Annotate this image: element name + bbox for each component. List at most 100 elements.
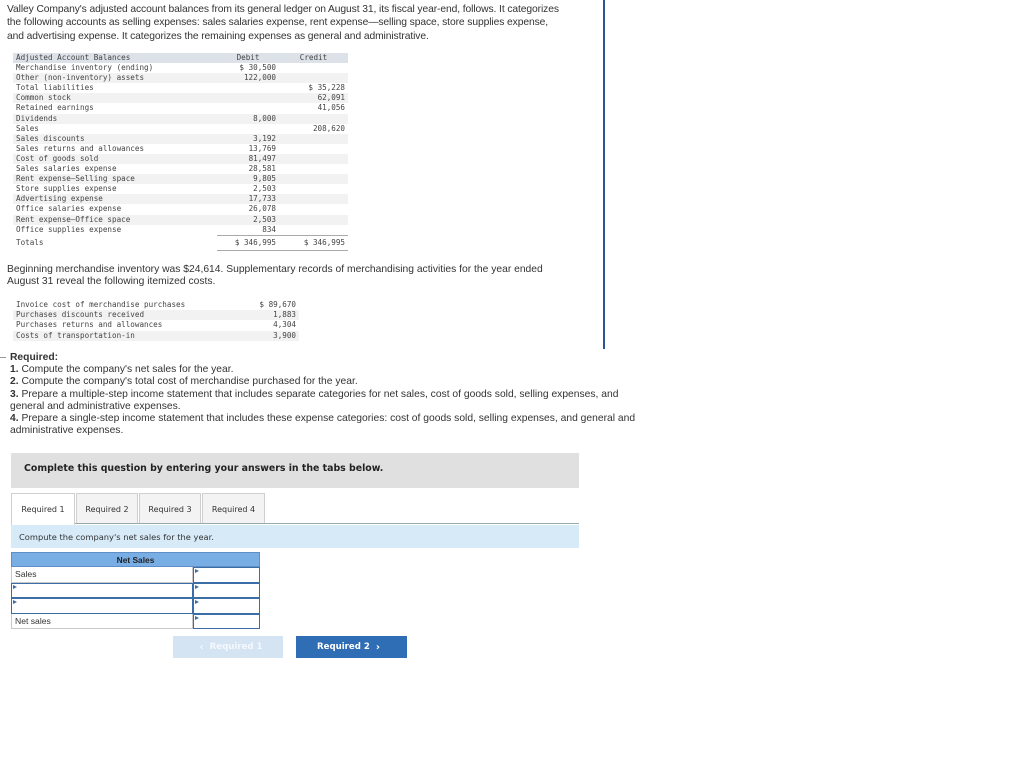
input-marker-icon (195, 615, 199, 620)
next-required-button[interactable]: Required 2 › (296, 636, 407, 658)
ledger-row: Sales returns and allowances 13,769 (13, 144, 348, 154)
purchase-label: Purchases discounts received (13, 310, 233, 321)
purchase-row: Invoice cost of merchandise purchases $ 8… (13, 300, 299, 310)
ledger-debit (217, 103, 279, 113)
ledger-credit (279, 63, 348, 73)
required-item-number: 2. (10, 376, 19, 388)
purchase-label: Invoice cost of merchandise purchases (16, 300, 186, 309)
net-sales-total-input[interactable] (193, 613, 260, 629)
ledger-credit: 41,056 (317, 103, 345, 113)
ledger-credit (279, 144, 348, 154)
ledger-header-debit: Debit (217, 53, 279, 64)
ledger-totals-row: Totals $ 346,995 $ 346,995 (13, 234, 348, 251)
input-marker-icon (13, 600, 17, 604)
input-marker-icon (195, 584, 199, 589)
ledger-account: Sales returns and allowances (16, 143, 145, 153)
ledger-row: Sales 208,620 (13, 124, 348, 134)
ledger-account: Sales discounts (13, 133, 217, 144)
ledger-account: Common stock (13, 93, 217, 104)
required-title: Required: (10, 352, 59, 363)
ledger-row: Advertising expense 17,733 (13, 194, 348, 205)
net-sales-row: Sales (11, 567, 260, 583)
net-sales-amount-input[interactable] (193, 582, 260, 598)
ledger-row: Sales salaries expense 28,581 (13, 164, 348, 174)
instruction-bar: Compute the company's net sales for the … (11, 525, 579, 548)
ledger-account: Rent expense—Selling space (13, 174, 217, 185)
ledger-debit: 17,733 (217, 194, 279, 205)
net-sales-amount-input[interactable] (193, 567, 260, 583)
ledger-credit (279, 194, 348, 205)
ledger-row: Rent expense—Selling space 9,805 (13, 174, 348, 185)
required-item-text: Prepare a single-step income statement t… (10, 413, 636, 437)
ledger-totals-credit: $ 346,995 (279, 234, 348, 251)
required-item-number: 1. (10, 364, 19, 376)
ledger-row: Sales discounts 3,192 (13, 133, 348, 144)
net-sales-header: Net Sales (11, 552, 260, 567)
purchase-row: Costs of transportation-in 3,900 (13, 330, 299, 341)
complete-question-banner: Complete this question by entering your … (11, 453, 579, 488)
ledger-row: Other (non-inventory) assets 122,000 (13, 73, 348, 84)
ledger-row: Dividends 8,000 (13, 113, 348, 124)
prev-required-button[interactable]: ‹ Required 1 (173, 636, 283, 658)
ledger-debit: 8,000 (217, 113, 279, 124)
tab-required-4[interactable]: Required 4 (202, 493, 265, 524)
required-item: 3. Prepare a multiple-step income statem… (10, 389, 640, 413)
purchase-label: Costs of transportation-in (13, 330, 233, 341)
ledger-row: Office supplies expense 834 (13, 225, 348, 236)
required-item-text: Compute the company's total cost of merc… (18, 376, 358, 388)
ledger-totals-label: Totals (16, 237, 44, 247)
net-sales-label-input[interactable] (11, 582, 193, 598)
ledger-credit (279, 73, 348, 84)
net-sales-row: Net sales (11, 613, 260, 629)
ledger-row: Store supplies expense 2,503 (13, 184, 348, 194)
ledger-credit (279, 184, 348, 194)
net-sales-table: Net Sales Sales Net sales (11, 552, 260, 629)
ledger-credit (279, 133, 348, 144)
tab-required-2[interactable]: Required 2 (76, 493, 138, 524)
ledger-header-account: Adjusted Account Balances (13, 53, 217, 64)
ledger-account: Office salaries expense (16, 204, 122, 214)
required-item: 4. Prepare a single-step income statemen… (10, 413, 640, 437)
tab-required-3[interactable]: Required 3 (139, 493, 201, 524)
input-marker-icon (195, 569, 199, 573)
required-divider (0, 357, 6, 358)
ledger-credit: $ 35,228 (308, 83, 345, 93)
net-sales-row-label: Sales (11, 567, 193, 583)
ledger-debit: 3,192 (217, 133, 279, 144)
beginning-inventory-paragraph: Beginning merchandise inventory was $24,… (7, 264, 543, 287)
purchase-value: 3,900 (233, 330, 299, 341)
tab-required-1[interactable]: Required 1 (11, 493, 75, 525)
required-item-number: 4. (10, 413, 19, 425)
purchase-value: $ 89,670 (259, 300, 296, 309)
ledger-row: Rent expense—Office space 2,503 (13, 214, 348, 225)
net-sales-amount-input[interactable] (193, 598, 260, 614)
ledger-account: Advertising expense (13, 194, 217, 205)
ledger-row: Retained earnings 41,056 (13, 103, 348, 113)
ledger-debit: $ 30,500 (239, 63, 276, 73)
ledger-debit: 834 (262, 224, 276, 234)
content-divider-line (603, 0, 605, 349)
net-sales-label-input[interactable] (11, 598, 193, 614)
required-item-text: Prepare a multiple-step income statement… (10, 388, 619, 412)
ledger-totals-debit: $ 346,995 (217, 234, 279, 251)
ledger-credit (279, 113, 348, 124)
purchase-value: 4,304 (273, 320, 296, 330)
adjusted-balances-table: Adjusted Account Balances Debit Credit M… (13, 53, 348, 251)
ledger-account: Total liabilities (16, 83, 94, 93)
purchase-label: Purchases returns and allowances (16, 320, 163, 330)
ledger-row: Common stock 62,091 (13, 93, 348, 104)
ledger-credit: 62,091 (279, 93, 348, 104)
net-sales-row (11, 598, 260, 614)
ledger-credit (279, 174, 348, 185)
ledger-debit: 28,581 (248, 164, 276, 174)
ledger-credit (279, 164, 348, 174)
ledger-account: Sales salaries expense (16, 164, 117, 174)
required-item-text: Compute the company's net sales for the … (18, 364, 234, 376)
tabs-underline (75, 523, 579, 524)
ledger-account: Retained earnings (16, 103, 94, 113)
complete-question-text: Complete this question by entering your … (24, 463, 384, 474)
ledger-debit: 2,503 (253, 184, 276, 194)
purchase-value: 1,883 (233, 310, 299, 321)
ledger-credit (279, 225, 348, 236)
ledger-account: Rent expense—Office space (13, 214, 217, 225)
